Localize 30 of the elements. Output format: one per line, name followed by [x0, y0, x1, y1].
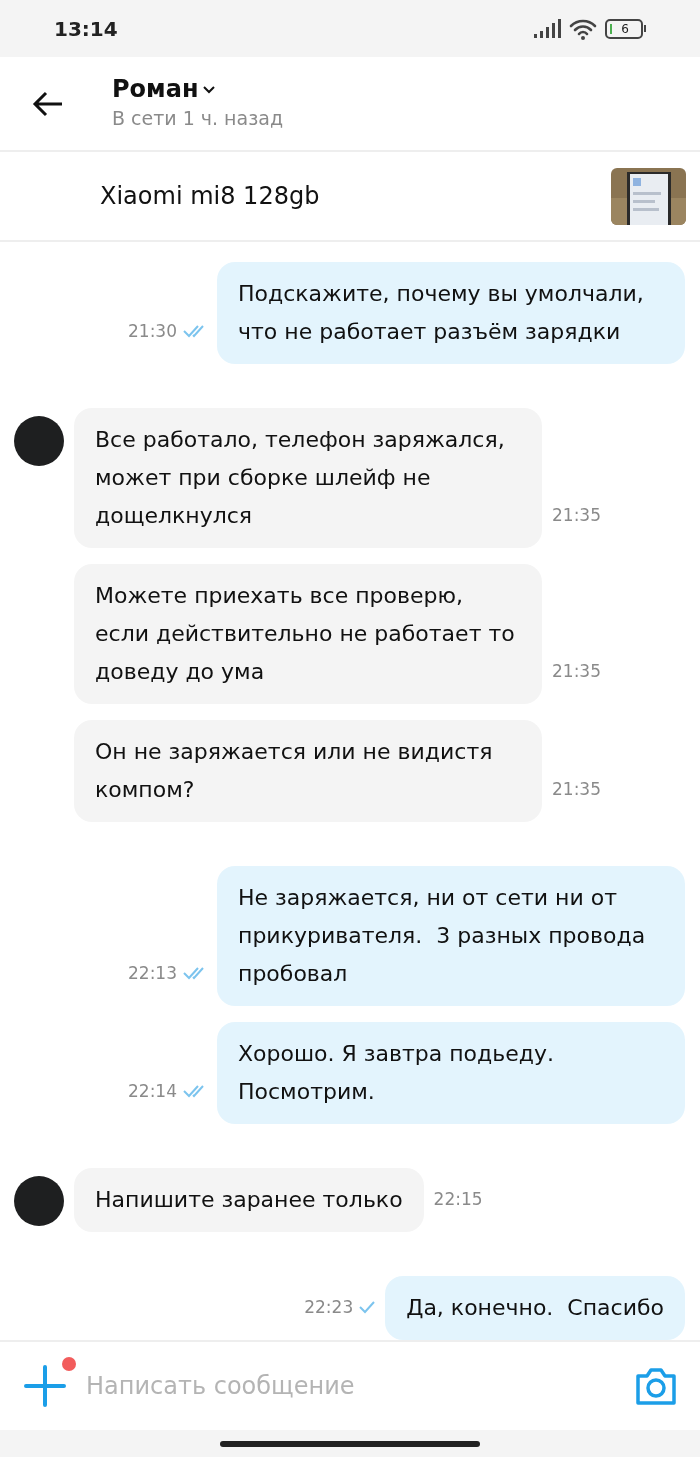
home-indicator[interactable] — [220, 1440, 480, 1447]
status-time: 13:14 — [54, 15, 118, 43]
battery-icon: 6 — [605, 18, 646, 39]
contact-name[interactable]: Роман — [112, 74, 199, 104]
message-bubble: Он не заряжается или не видистя компом? — [74, 720, 542, 822]
message-bubble: Подскажите, почему вы умолчали, что не работает разъём зарядки — [217, 262, 685, 364]
signal-icon — [533, 18, 561, 39]
wifi-icon — [569, 17, 597, 40]
message-bubble: Хорошо. Я завтра подьеду. Посмотрим. — [217, 1022, 685, 1124]
message-bubble: Не заряжается, ни от сети ни от прикуривателя. 3 разных провода пробовал — [217, 866, 685, 1006]
last-seen: В сети 1 ч. назад — [112, 105, 284, 131]
message-time: 22:15 — [433, 1187, 483, 1211]
message-bubble: Да, конечно. Спасибо — [385, 1276, 685, 1340]
message-bubble: Напишите заранее только — [74, 1168, 424, 1232]
camera-icon[interactable] — [634, 1366, 678, 1406]
message-time: 21:35 — [552, 777, 601, 801]
add-icon[interactable] — [22, 1363, 68, 1409]
message-bubble: Можете приехать все проверю, если действительно не работает то доведу до ума — [74, 564, 542, 704]
message-time: 22:13 — [128, 961, 177, 985]
message-time: 21:35 — [552, 503, 601, 527]
listing-title[interactable]: Xiaomi mi8 128gb — [100, 178, 320, 214]
message-time: 22:14 — [128, 1079, 177, 1103]
back-icon[interactable] — [32, 90, 64, 117]
message-time: 21:30 — [128, 319, 177, 343]
avatar[interactable] — [14, 416, 64, 466]
message-time: 22:23 — [304, 1295, 354, 1319]
chevron-down-icon[interactable] — [202, 84, 217, 94]
message-bubble: Все работало, телефон заряжался, может при сборке шлейф не дощелкнулся — [74, 408, 542, 548]
avatar[interactable] — [14, 1176, 64, 1226]
message-time: 21:35 — [552, 659, 601, 683]
